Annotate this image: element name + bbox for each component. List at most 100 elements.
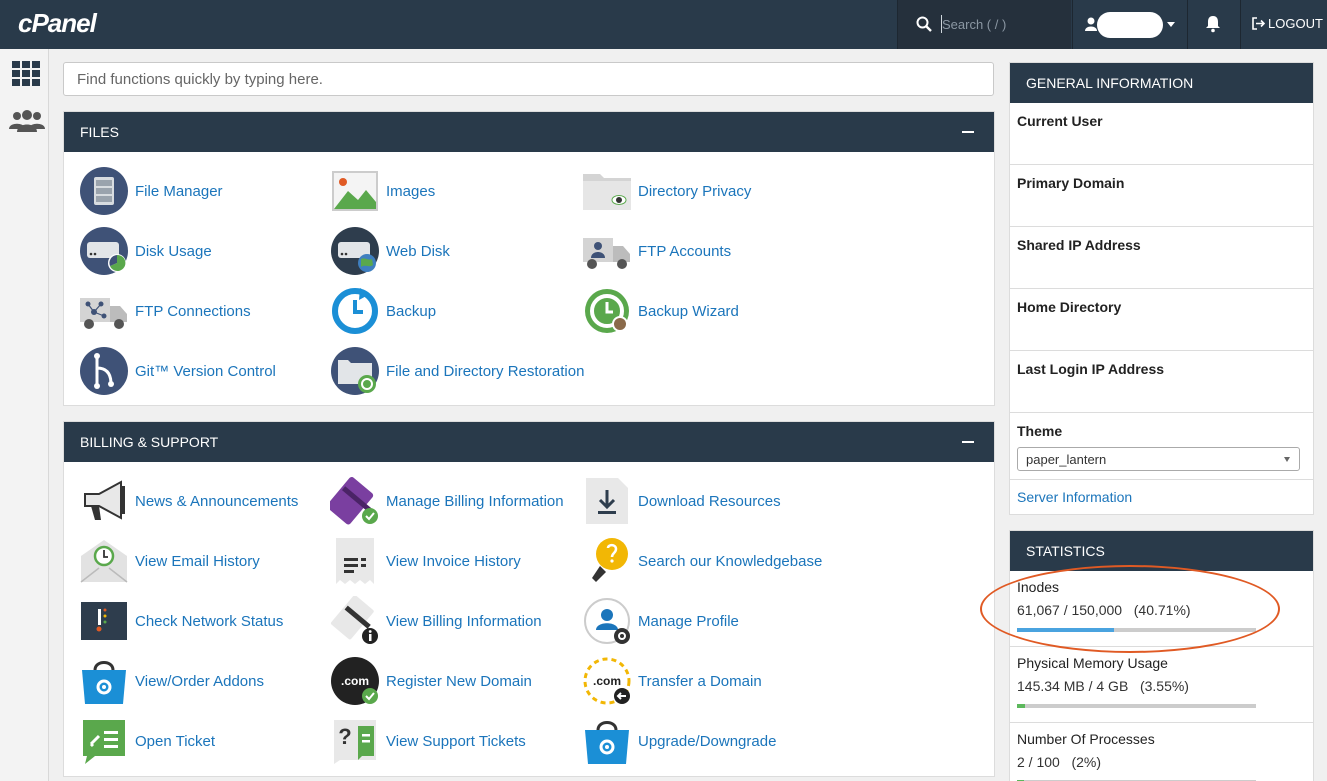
top-bar: cPanel Search ( / ) LOGOUT <box>0 0 1327 49</box>
collapse-icon[interactable] <box>962 131 974 133</box>
top-search-placeholder: Search ( / ) <box>942 17 1007 32</box>
view-invoice-history-link[interactable]: View Invoice History <box>330 535 570 587</box>
profile-icon <box>584 598 630 644</box>
download-resources-link[interactable]: Download Resources <box>582 475 822 527</box>
top-search-box[interactable]: Search ( / ) <box>897 0 1071 49</box>
stat-label: Number Of Processes <box>1017 731 1155 747</box>
web-disk-label: Web Disk <box>386 242 450 260</box>
addons-bag-icon <box>82 661 126 704</box>
view-billing-info-link[interactable]: View Billing Information <box>330 595 570 647</box>
backup-wizard-icon <box>585 289 629 333</box>
git-version-control-link[interactable]: Git™ Version Control <box>79 345 319 397</box>
backup-wizard-link[interactable]: Backup Wizard <box>582 285 822 337</box>
view-order-addons-link[interactable]: View/Order Addons <box>79 655 319 707</box>
server-information-link[interactable]: Server Information <box>1010 480 1313 518</box>
theme-label: Theme <box>1017 423 1063 439</box>
progress-bar <box>1017 704 1256 708</box>
images-icon <box>332 171 378 211</box>
backup-wizard-label: Backup Wizard <box>638 302 739 320</box>
search-knowledgebase-link[interactable]: Search our Knowledgebase <box>582 535 822 587</box>
disk-usage-link[interactable]: Disk Usage <box>79 225 319 277</box>
stat-value: 2 / 100 (2%) <box>1017 754 1102 770</box>
ticket-icon <box>83 720 125 764</box>
megaphone-icon <box>84 480 125 520</box>
users-icon[interactable] <box>9 109 45 133</box>
download-icon <box>586 478 628 524</box>
view-support-tickets-link[interactable]: ? View Support Tickets <box>330 715 570 767</box>
directory-privacy-label: Directory Privacy <box>638 182 752 200</box>
collapse-icon[interactable] <box>962 441 974 443</box>
file-directory-restoration-link[interactable]: File and Directory Restoration <box>330 345 630 397</box>
file-manager-link[interactable]: File Manager <box>79 165 319 217</box>
files-panel-header[interactable]: FILES <box>64 112 994 152</box>
shared-ip-row: Shared IP Address <box>1010 227 1313 289</box>
user-icon <box>1085 17 1097 31</box>
theme-select-value: paper_lantern <box>1026 452 1107 467</box>
username-redacted <box>1097 12 1163 38</box>
ftp-connections-link[interactable]: FTP Connections <box>79 285 319 337</box>
check-network-status-label: Check Network Status <box>135 612 284 630</box>
primary-domain-label: Primary Domain <box>1017 175 1125 191</box>
news-announcements-link[interactable]: News & Announcements <box>79 475 319 527</box>
stat-label: Physical Memory Usage <box>1017 655 1168 671</box>
view-email-history-link[interactable]: View Email History <box>79 535 319 587</box>
files-panel: FILES File Manager Images Directory Priv… <box>63 111 995 406</box>
images-label: Images <box>386 182 436 200</box>
memory-stat: Physical Memory Usage 145.34 MB / 4 GB (… <box>1010 647 1313 723</box>
search-icon <box>916 16 932 32</box>
view-invoice-history-label: View Invoice History <box>386 552 521 570</box>
caret-down-icon <box>1284 457 1290 462</box>
email-history-icon <box>80 540 128 583</box>
view-email-history-label: View Email History <box>135 552 260 570</box>
user-menu[interactable] <box>1072 0 1188 49</box>
function-search-input[interactable] <box>63 62 994 96</box>
file-directory-restoration-label: File and Directory Restoration <box>386 362 585 380</box>
register-new-domain-link[interactable]: .com Register New Domain <box>330 655 570 707</box>
logout-button[interactable]: LOGOUT <box>1252 16 1323 31</box>
svg-text:?: ? <box>338 724 351 749</box>
lightbulb-icon <box>592 538 628 582</box>
backup-label: Backup <box>386 302 437 320</box>
images-link[interactable]: Images <box>330 165 570 217</box>
ftp-accounts-icon <box>583 238 630 269</box>
check-network-status-link[interactable]: Check Network Status <box>79 595 319 647</box>
web-disk-link[interactable]: Web Disk <box>330 225 570 277</box>
annotation-ellipse <box>980 565 1280 653</box>
git-version-control-label: Git™ Version Control <box>135 362 276 380</box>
stat-value: 145.34 MB / 4 GB (3.55%) <box>1017 678 1189 694</box>
general-info-header: GENERAL INFORMATION <box>1010 63 1313 103</box>
progress-fill <box>1017 704 1026 708</box>
last-login-ip-row: Last Login IP Address <box>1010 351 1313 413</box>
ftp-accounts-label: FTP Accounts <box>638 242 732 260</box>
disk-usage-icon <box>80 227 128 275</box>
view-order-addons-label: View/Order Addons <box>135 672 264 690</box>
transfer-domain-label: Transfer a Domain <box>638 672 762 690</box>
disk-usage-label: Disk Usage <box>135 242 212 260</box>
cpanel-logo[interactable]: cPanel <box>18 8 97 39</box>
file-manager-icon <box>80 167 128 215</box>
billing-support-panel: BILLING & SUPPORT News & Announcements M… <box>63 421 995 777</box>
billing-panel-header[interactable]: BILLING & SUPPORT <box>64 422 994 462</box>
open-ticket-link[interactable]: Open Ticket <box>79 715 319 767</box>
files-panel-title: FILES <box>80 124 119 140</box>
general-information-panel: GENERAL INFORMATION Current User Primary… <box>1009 62 1314 515</box>
view-billing-info-label: View Billing Information <box>386 612 542 630</box>
search-knowledgebase-label: Search our Knowledgebase <box>638 552 823 570</box>
home-directory-label: Home Directory <box>1017 299 1122 315</box>
upgrade-downgrade-link[interactable]: Upgrade/Downgrade <box>582 715 822 767</box>
left-rail <box>0 49 49 781</box>
backup-link[interactable]: Backup <box>330 285 570 337</box>
bell-icon[interactable] <box>1204 15 1222 33</box>
home-directory-row: Home Directory <box>1010 289 1313 351</box>
current-user-label: Current User <box>1017 113 1103 129</box>
billing-panel-title: BILLING & SUPPORT <box>80 434 219 450</box>
theme-select[interactable]: paper_lantern <box>1017 447 1300 471</box>
transfer-domain-link[interactable]: .com Transfer a Domain <box>582 655 822 707</box>
ftp-accounts-link[interactable]: FTP Accounts <box>582 225 822 277</box>
shared-ip-label: Shared IP Address <box>1017 237 1141 253</box>
grid-apps-icon[interactable] <box>12 61 41 87</box>
manage-profile-link[interactable]: Manage Profile <box>582 595 822 647</box>
transfer-domain-icon: .com <box>583 657 631 705</box>
directory-privacy-link[interactable]: Directory Privacy <box>582 165 822 217</box>
manage-billing-link[interactable]: Manage Billing Information <box>330 475 570 527</box>
